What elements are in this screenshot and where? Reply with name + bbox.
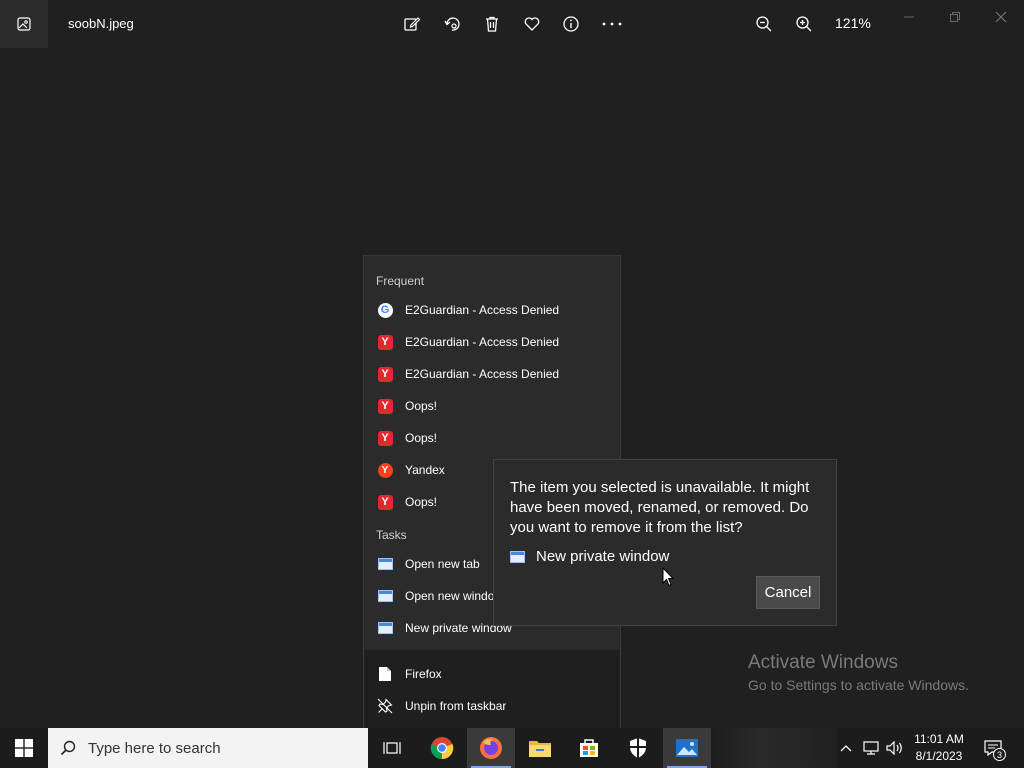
window-icon: [377, 622, 393, 634]
action-center-button[interactable]: [978, 728, 1008, 768]
cancel-button[interactable]: Cancel: [756, 576, 820, 609]
window-icon: [510, 550, 525, 563]
activate-windows-subtitle: Go to Settings to activate Windows.: [748, 677, 969, 693]
network-icon: [863, 741, 879, 755]
photos-taskbar-button[interactable]: [663, 728, 711, 768]
yandex-browser-icon: Y: [377, 494, 393, 510]
file-name: soobN.jpeg: [68, 16, 134, 31]
firefox-icon: [480, 737, 502, 759]
yandex-browser-icon: Y: [377, 334, 393, 350]
clock-date: 8/1/2023: [915, 749, 963, 763]
microsoft-store-taskbar-button[interactable]: [565, 728, 613, 768]
zoom-level[interactable]: 121%: [835, 15, 871, 31]
zoom-in-icon[interactable]: [792, 12, 816, 36]
network-button[interactable]: [860, 728, 882, 768]
chevron-up-icon: [840, 745, 852, 752]
item-unavailable-dialog: The item you selected is unavailable. It…: [493, 459, 837, 626]
dialog-item: New private window: [510, 548, 669, 565]
dialog-message: The item you selected is unavailable. It…: [510, 479, 810, 536]
activate-windows-title: Activate Windows: [748, 652, 898, 673]
tasks-header: Tasks: [376, 528, 407, 542]
open-firefox-item[interactable]: Firefox: [364, 658, 620, 690]
frequent-header: Frequent: [376, 274, 425, 288]
titlebar: soobN.jpeg 121%: [0, 0, 1024, 48]
start-button[interactable]: [0, 728, 48, 768]
chrome-icon: [430, 737, 454, 760]
yandex-browser-icon: Y: [377, 398, 393, 414]
edit-icon[interactable]: [400, 12, 424, 36]
task-view-button[interactable]: [368, 728, 416, 768]
jump-list-item[interactable]: Y Oops!: [364, 390, 620, 422]
google-icon: G: [377, 302, 393, 318]
more-icon[interactable]: [600, 12, 624, 36]
unpin-from-taskbar-item[interactable]: Unpin from taskbar: [364, 690, 620, 722]
clock-time: 11:01 AM: [914, 732, 964, 746]
info-icon[interactable]: [559, 12, 583, 36]
photos-app-icon[interactable]: [0, 0, 48, 48]
window-icon: [377, 590, 393, 602]
chrome-taskbar-button[interactable]: [418, 728, 466, 768]
folder-icon: [529, 741, 551, 757]
jump-list-app-section: Firefox Unpin from taskbar: [364, 650, 620, 728]
window-icon: [377, 558, 393, 570]
jump-list-item[interactable]: Y E2Guardian - Access Denied: [364, 326, 620, 358]
yandex-browser-icon: Y: [377, 430, 393, 446]
store-icon: [580, 739, 598, 757]
search-placeholder: Type here to search: [88, 739, 221, 757]
search-icon: [60, 740, 76, 756]
windows-logo-icon: [15, 739, 33, 757]
volume-button[interactable]: [884, 728, 906, 768]
show-hidden-icons-button[interactable]: [836, 728, 856, 768]
taskbar-search-box[interactable]: Type here to search: [48, 728, 368, 768]
delete-icon[interactable]: [480, 12, 504, 36]
mouse-cursor-icon: [662, 566, 675, 592]
jump-list-item[interactable]: Y E2Guardian - Access Denied: [364, 358, 620, 390]
taskbar-clock[interactable]: 11:01 AM 8/1/2023: [908, 731, 970, 765]
rotate-icon[interactable]: [440, 12, 464, 36]
zoom-out-icon[interactable]: [752, 12, 776, 36]
document-icon: [377, 666, 393, 682]
volume-icon: [886, 741, 902, 755]
yandex-icon: Y: [377, 462, 393, 478]
shield-icon: [630, 738, 646, 758]
minimize-icon[interactable]: [897, 6, 921, 28]
firefox-taskbar-button[interactable]: [467, 728, 515, 768]
yandex-browser-icon: Y: [377, 366, 393, 382]
photos-icon: [676, 739, 698, 757]
restore-icon[interactable]: [943, 6, 967, 28]
jump-list-item[interactable]: G E2Guardian - Access Denied: [364, 294, 620, 326]
notification-count-badge: 3: [993, 748, 1006, 761]
unpin-icon: [377, 698, 393, 714]
close-icon[interactable]: [989, 6, 1013, 28]
taskbar: Type here to search 11:01 AM 8/1/2023 3: [0, 728, 1024, 768]
jump-list-item[interactable]: Y Oops!: [364, 422, 620, 454]
windows-security-taskbar-button[interactable]: [614, 728, 662, 768]
task-view-icon: [383, 742, 401, 754]
favorite-icon[interactable]: [520, 12, 544, 36]
file-explorer-taskbar-button[interactable]: [516, 728, 564, 768]
